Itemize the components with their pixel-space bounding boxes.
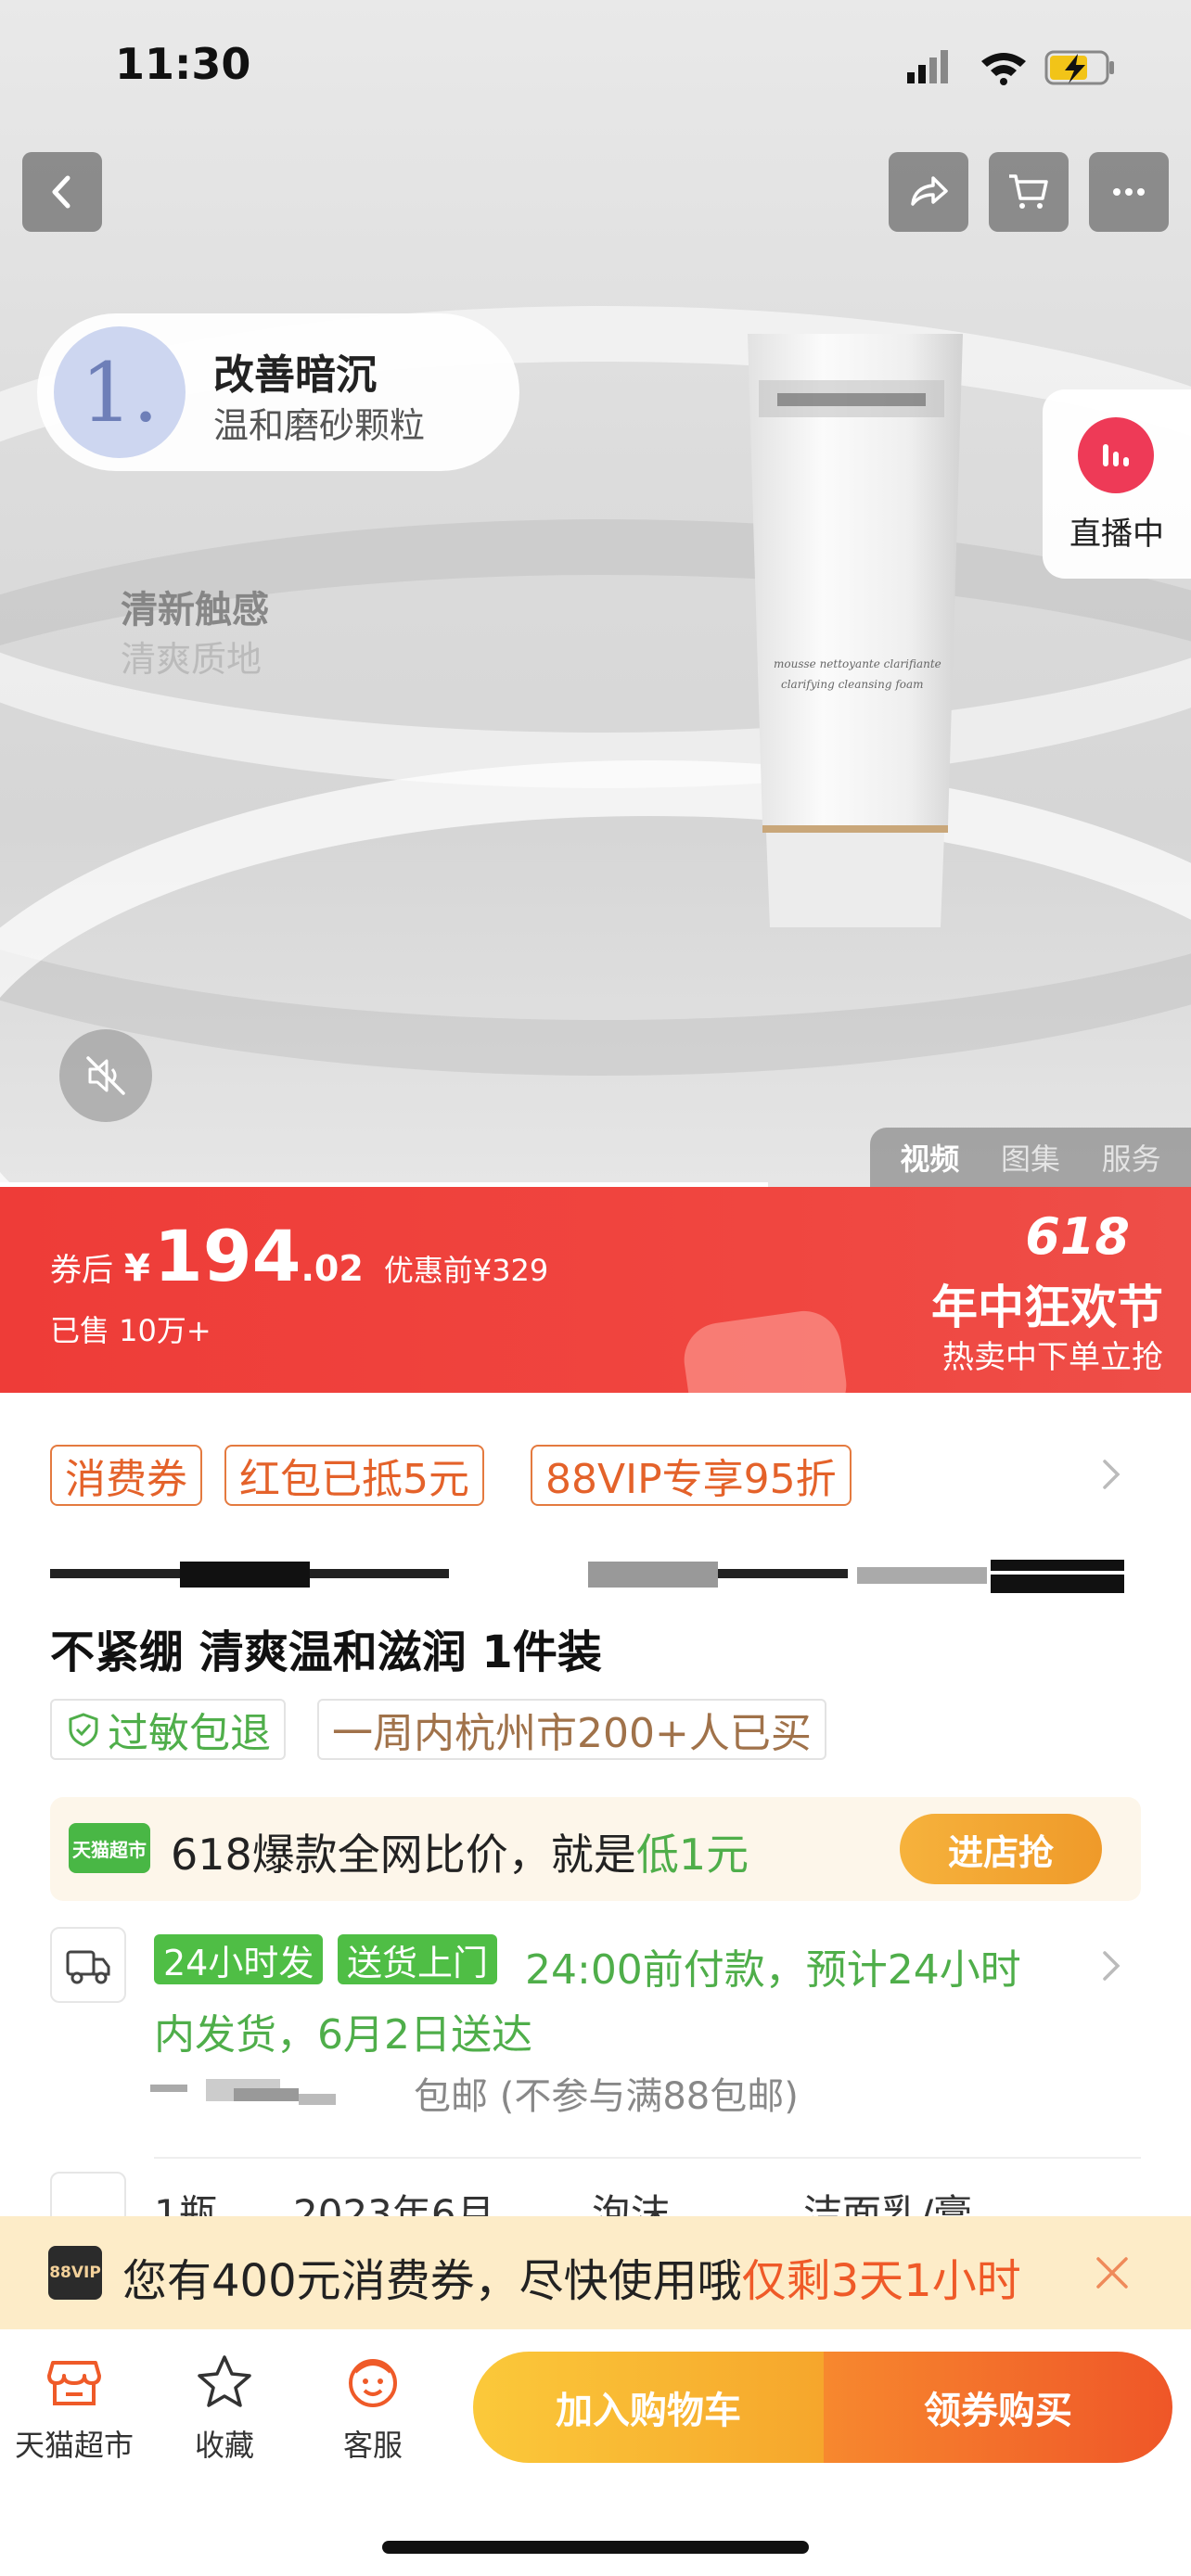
festival-number: 618 xyxy=(1025,1207,1130,1266)
bottom-action-bar: 天猫超市 收藏 客服 加入购物车 领券购买 xyxy=(0,2329,1191,2576)
store-label: 天猫超市 xyxy=(14,2428,134,2463)
shield-check-icon xyxy=(69,1713,98,1747)
delivery-truck-icon xyxy=(50,1927,126,2003)
live-icon xyxy=(1078,417,1154,493)
share-button[interactable] xyxy=(889,152,968,232)
service-face-icon xyxy=(349,2359,397,2407)
customer-service-button[interactable]: 客服 xyxy=(308,2352,438,2465)
mute-button[interactable] xyxy=(59,1029,152,1122)
cart-button[interactable] xyxy=(989,152,1069,232)
buy-with-coupon-button[interactable]: 领券购买 xyxy=(824,2352,1172,2463)
free-shipping-text: 包邮 (不参与满88包邮) xyxy=(414,2075,799,2118)
tube-text-2: clarifying cleansing foam xyxy=(781,678,924,691)
store-icon xyxy=(47,2361,101,2405)
feature-number: 1. xyxy=(54,326,186,458)
vip-notice-countdown: 仅剩3天1小时 xyxy=(741,2255,1021,2307)
cart-icon xyxy=(1009,174,1048,209)
tmall-cat-decoration xyxy=(679,1306,852,1393)
festival-title: 年中狂欢节 xyxy=(931,1281,1163,1334)
more-button[interactable] xyxy=(1089,152,1169,232)
star-icon xyxy=(198,2355,251,2407)
feature-callout: 1. 改善暗沉 温和磨砂颗粒 xyxy=(37,313,519,471)
festival-subtitle: 热卖中下单立抢 xyxy=(942,1339,1163,1376)
product-tube-image: mousse nettoyante clarifiante clarifying… xyxy=(748,334,963,927)
chevron-left-icon xyxy=(52,175,70,209)
faded-feature-subtitle: 清爽质地 xyxy=(121,639,263,680)
tab-video[interactable]: 视频 xyxy=(900,1136,959,1179)
original-price: 优惠前¥329 xyxy=(383,1253,549,1288)
after-coupon-label: 券后 xyxy=(50,1252,113,1289)
coupon-tag-consumption[interactable]: 消费券 xyxy=(50,1445,202,1506)
door-delivery-tag: 送货上门 xyxy=(338,1934,498,1984)
feature-title: 改善暗沉 xyxy=(213,351,377,399)
home-indicator xyxy=(382,2541,809,2554)
add-to-cart-button[interactable]: 加入购物车 xyxy=(473,2352,824,2463)
close-icon[interactable] xyxy=(1091,2251,1133,2294)
divider xyxy=(154,2157,1141,2159)
price-compare-text: 618爆款全网比价，就是低1元 xyxy=(171,1821,749,1882)
coupon-tag-88vip[interactable]: 88VIP专享95折 xyxy=(531,1445,852,1506)
faded-feature-title: 清新触感 xyxy=(121,589,269,631)
shipping-estimate-line2: 内发货，6月2日送达 xyxy=(154,2011,532,2059)
go-store-button[interactable]: 进店抢 xyxy=(900,1814,1102,1884)
product-title: 不紧绷 清爽温和滋润 1件装 xyxy=(50,1626,602,1678)
tmall-supermarket-logo: 天猫超市 xyxy=(69,1823,150,1873)
chevron-right-icon[interactable] xyxy=(1099,1947,1123,1984)
currency-symbol: ¥ xyxy=(124,1247,150,1290)
service-label: 客服 xyxy=(342,2428,403,2463)
redacted-address xyxy=(150,2079,336,2105)
vip-notice-text: 您有400元消费券，尽快使用哦仅剩3天1小时 xyxy=(122,2244,1021,2309)
status-time: 11:30 xyxy=(115,39,251,89)
live-label: 直播中 xyxy=(1069,516,1164,553)
buyers-badge: 一周内杭州市200+人已买 xyxy=(317,1699,826,1760)
88vip-logo: 88VIP xyxy=(48,2246,102,2300)
compare-text-highlight: 低1元 xyxy=(635,1830,749,1880)
product-gallery[interactable]: 11:30 1. 改善暗沉 温和磨砂颗粒 清新触感 清爽质地 mousse ne… xyxy=(0,0,1191,1187)
back-button[interactable] xyxy=(22,152,102,232)
speaker-muted-icon xyxy=(86,1056,125,1095)
share-icon xyxy=(911,176,948,206)
tab-gallery[interactable]: 图集 xyxy=(1001,1136,1060,1179)
live-stream-badge[interactable]: 直播中 xyxy=(1043,389,1191,579)
store-button[interactable]: 天猫超市 xyxy=(9,2352,139,2465)
shipping-estimate-line1: 24:00前付款，预计24小时 xyxy=(525,1946,1021,1994)
allergy-return-badge[interactable]: 过敏包退 xyxy=(50,1699,286,1760)
compare-text-prefix: 618爆款全网比价，就是 xyxy=(171,1830,636,1880)
ship-24h-tag: 24小时发 xyxy=(154,1934,324,1984)
signal-wifi-battery-icon xyxy=(907,50,1114,85)
favorite-label: 收藏 xyxy=(194,2428,254,2463)
favorite-button[interactable]: 收藏 xyxy=(160,2352,289,2465)
tube-text-1: mousse nettoyante clarifiante xyxy=(774,657,941,670)
allergy-return-label: 过敏包退 xyxy=(108,1710,271,1757)
price-banner: 券后 ¥ 194 .02 优惠前¥329 已售 10万+ 618 年中狂欢节 热… xyxy=(0,1187,1191,1393)
price-integer: 194 xyxy=(153,1215,301,1297)
redacted-brand-name xyxy=(50,1560,1124,1593)
sold-count: 已售 10万+ xyxy=(50,1313,211,1348)
media-tabs: 视频 图集 服务 xyxy=(870,1128,1191,1187)
coupon-tag-redpacket[interactable]: 红包已抵5元 xyxy=(224,1445,484,1506)
vip-coupon-notice[interactable]: 88VIP 您有400元消费券，尽快使用哦仅剩3天1小时 xyxy=(0,2216,1191,2329)
price-decimal: .02 xyxy=(301,1248,364,1289)
tab-service[interactable]: 服务 xyxy=(1102,1136,1161,1179)
price-line: 券后 ¥ 194 .02 优惠前¥329 xyxy=(50,1215,548,1297)
feature-subtitle: 温和磨砂颗粒 xyxy=(213,405,426,446)
price-compare-bar[interactable]: 天猫超市 618爆款全网比价，就是低1元 进店抢 xyxy=(50,1797,1141,1901)
chevron-right-icon[interactable] xyxy=(1099,1456,1123,1493)
vip-notice-prefix: 您有400元消费券，尽快使用哦 xyxy=(122,2255,742,2307)
more-dots-icon xyxy=(1113,188,1145,196)
status-icons xyxy=(905,46,1122,87)
